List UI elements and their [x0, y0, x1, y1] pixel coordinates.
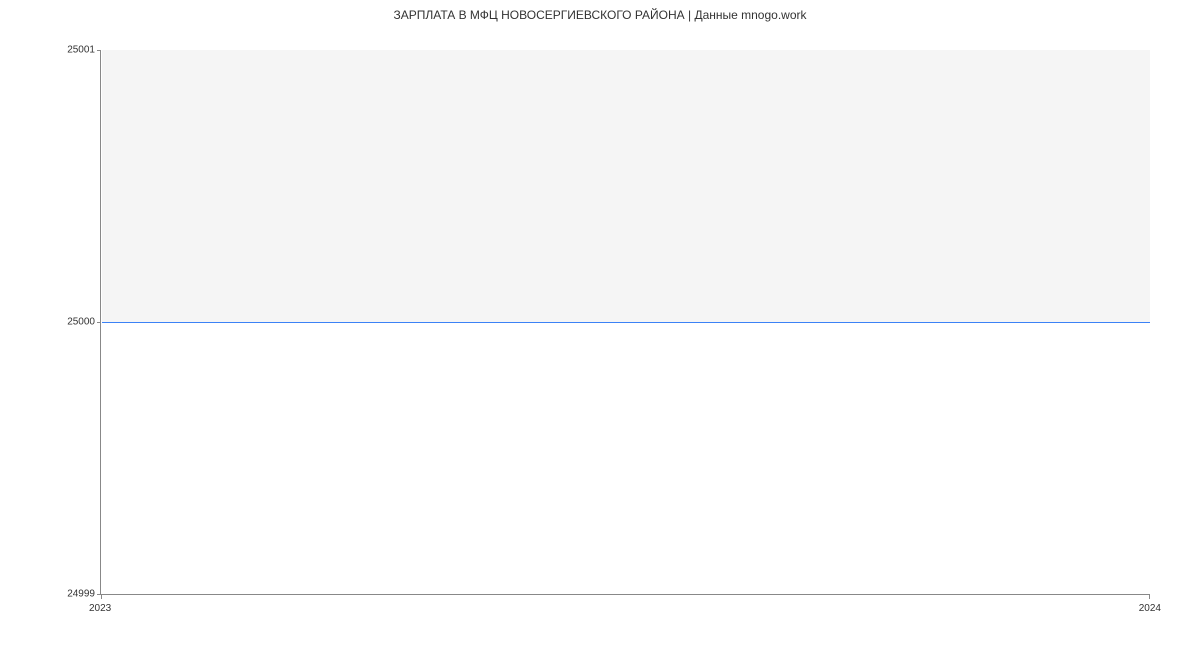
y-axis-tick-label: 24999	[67, 589, 95, 600]
shaded-region	[102, 50, 1150, 322]
x-tick-mark	[1149, 595, 1150, 599]
x-tick-mark	[101, 595, 102, 599]
x-axis-tick-label: 2023	[89, 603, 111, 614]
y-axis-tick-label: 25001	[67, 45, 95, 56]
data-line	[102, 322, 1150, 323]
y-tick-mark	[97, 322, 101, 323]
plot-area	[100, 50, 1150, 595]
chart-container: 25001 25000 24999 2023 2024	[100, 50, 1150, 595]
y-tick-mark	[97, 50, 101, 51]
x-axis-tick-label: 2024	[1139, 603, 1161, 614]
y-axis-tick-label: 25000	[67, 317, 95, 328]
chart-title: ЗАРПЛАТА В МФЦ НОВОСЕРГИЕВСКОГО РАЙОНА |…	[0, 0, 1200, 22]
